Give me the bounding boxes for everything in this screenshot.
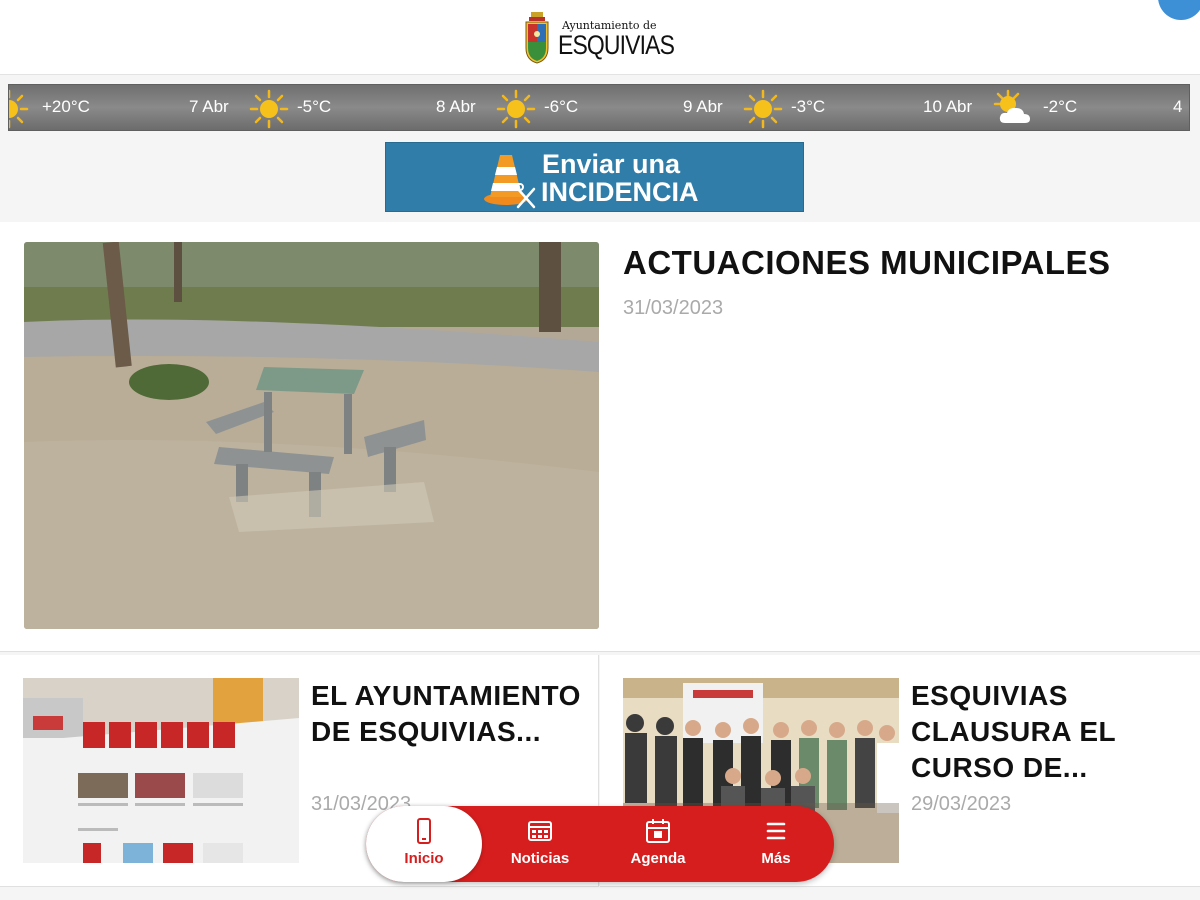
partly-cloudy-icon: [993, 89, 1030, 123]
weather-ticker: +20°C 7 Abr -5°C 8 Abr -6°C 9 Abr -3°C 1…: [8, 84, 1190, 131]
phone-icon: [417, 818, 431, 844]
weather-temp: -2°C: [1043, 97, 1078, 116]
nav-label: Más: [761, 850, 791, 867]
bottom-navigation: Inicio Noticias Agenda Más: [366, 806, 834, 882]
article-title[interactable]: EL AYUNTAMIENTO DE ESQUIVIAS...: [311, 678, 581, 750]
nav-item-agenda[interactable]: Agenda: [606, 806, 710, 882]
weather-date: 8 Abr: [436, 97, 476, 116]
nav-label: Agenda: [630, 850, 686, 867]
esquivias-logo[interactable]: Ayuntamiento de ESQUIVIAS: [520, 10, 690, 68]
nav-label: Inicio: [404, 850, 444, 867]
sun-icon: [9, 89, 29, 129]
corner-action-button[interactable]: [1158, 0, 1200, 20]
sun-icon: [743, 89, 783, 129]
weather-day: 10 Abr -2°C: [923, 85, 1123, 130]
weather-temp: -3°C: [791, 97, 826, 116]
weather-temp: -6°C: [544, 97, 579, 116]
weather-date: 7 Abr: [189, 97, 229, 116]
weather-day: 8 Abr -6°C: [436, 85, 636, 130]
featured-article-title[interactable]: ACTUACIONES MUNICIPALES: [623, 244, 1111, 282]
article-title[interactable]: ESQUIVIAS CLAUSURA EL CURSO DE...: [911, 678, 1181, 786]
newspaper-icon: [528, 821, 552, 841]
nav-item-mas[interactable]: Más: [724, 806, 828, 882]
weather-date: 10 Abr: [923, 97, 973, 116]
article-date: 29/03/2023: [911, 793, 1012, 815]
menu-icon: [766, 822, 786, 840]
incident-label-line1: Enviar una: [542, 149, 681, 179]
weather-date: 4: [1173, 97, 1183, 116]
article-image[interactable]: [23, 678, 299, 863]
weather-day: 9 Abr -3°C: [683, 85, 883, 130]
nav-item-noticias[interactable]: Noticias: [488, 806, 592, 882]
weather-day: +20°C: [9, 85, 159, 130]
calendar-icon: [646, 819, 670, 843]
weather-temp: +20°C: [42, 97, 90, 116]
featured-article-image[interactable]: [24, 242, 599, 629]
featured-article-date: 31/03/2023: [623, 297, 724, 319]
sun-icon: [496, 89, 536, 129]
website-screenshot-thumbnail: [23, 678, 299, 863]
sun-icon: [249, 89, 289, 129]
incident-label-line2: INCIDENCIA: [541, 177, 699, 207]
park-picnic-table-photo: [24, 242, 599, 629]
send-incident-button[interactable]: Enviar una INCIDENCIA: [385, 142, 804, 212]
featured-article[interactable]: ACTUACIONES MUNICIPALES 31/03/2023: [0, 222, 1200, 652]
weather-temp: -5°C: [297, 97, 332, 116]
weather-day: 7 Abr -5°C: [189, 85, 389, 130]
logo-title: ESQUIVIAS: [558, 30, 675, 60]
traffic-cone-icon: [484, 155, 536, 209]
weather-day: 4: [1173, 85, 1189, 130]
app-header: Ayuntamiento de ESQUIVIAS: [0, 0, 1200, 75]
nav-item-inicio[interactable]: Inicio: [366, 806, 482, 882]
weather-date: 9 Abr: [683, 97, 723, 116]
coat-of-arms-icon: [525, 12, 549, 64]
nav-label: Noticias: [510, 850, 570, 867]
